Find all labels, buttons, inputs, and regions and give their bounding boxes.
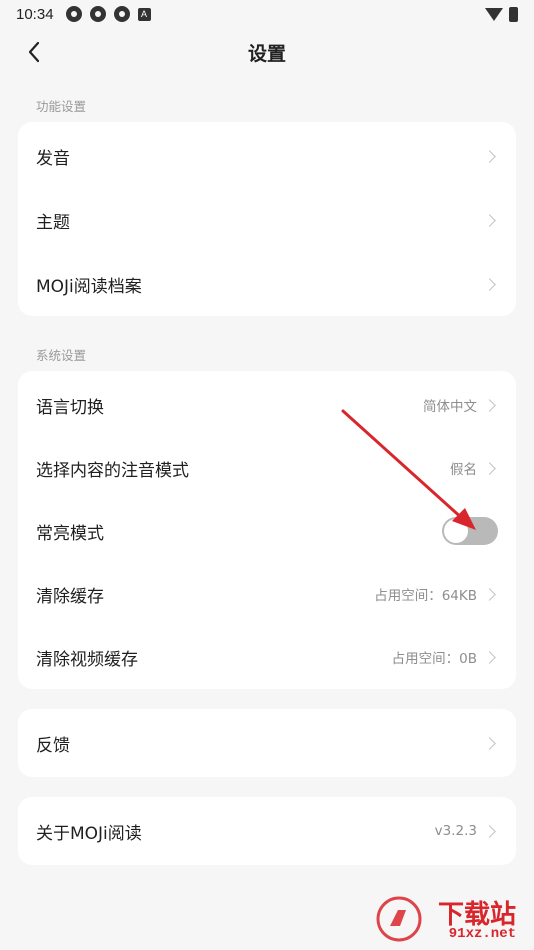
chevron-right-icon [483,149,496,163]
nav-bar: 设置 [0,28,534,76]
settings-row-clear-video-cache[interactable]: 清除视频缓存 占用空间：0B [18,625,516,689]
watermark-logo-icon [376,896,422,942]
chevron-right-icon [483,213,496,227]
watermark-domain: 91xz.net [448,926,516,942]
chevron-right-icon [483,650,496,664]
about-card: 关于MOJi阅读 v3.2.3 [18,797,516,865]
chevron-right-icon [483,587,496,601]
chevron-right-icon [483,736,496,750]
watermark: 下载站 91xz.net [376,894,526,944]
chevron-right-icon [483,398,496,412]
system-status-icons [485,6,518,22]
notification-icons: A [65,6,151,22]
battery-icon [509,6,518,22]
status-time: 10:34 [16,5,54,23]
row-label: 常亮模式 [36,523,104,544]
settings-row-clear-cache[interactable]: 清除缓存 占用空间：64KB [18,562,516,626]
settings-row-ruby-mode[interactable]: 选择内容的注音模式 假名 [18,436,516,500]
row-label: MOJi阅读档案 [36,276,142,297]
row-value: 简体中文 [423,399,477,415]
app-notification-icon: A [137,7,151,21]
function-settings-card: 发音 主题 MOJi阅读档案 [18,122,516,316]
chevron-right-icon [483,461,496,475]
row-label: 反馈 [36,735,70,756]
page-title: 设置 [247,42,286,65]
wifi-icon [485,7,503,21]
notification-icon [113,6,130,22]
status-bar: 10:34 A [0,0,534,28]
row-label: 关于MOJi阅读 [36,823,142,844]
keep-screen-on-toggle[interactable] [442,517,498,545]
row-value: 占用空间：64KB [374,588,477,604]
settings-row-pronunciation[interactable]: 发音 [18,124,516,188]
section-label-system: 系统设置 [36,348,87,363]
settings-row-reading-profile[interactable]: MOJi阅读档案 [18,252,516,316]
toggle-knob [444,519,468,543]
settings-row-theme[interactable]: 主题 [18,188,516,252]
chevron-right-icon [483,824,496,838]
row-label: 清除视频缓存 [36,649,138,670]
back-arrow-icon [28,41,40,63]
back-button[interactable] [20,38,48,66]
settings-row-feedback[interactable]: 反馈 [18,711,516,775]
feedback-card: 反馈 [18,709,516,777]
row-label: 发音 [36,148,70,169]
row-label: 主题 [36,212,70,233]
section-label-function: 功能设置 [36,99,87,114]
settings-row-about[interactable]: 关于MOJi阅读 v3.2.3 [18,799,516,863]
row-value: v3.2.3 [434,823,477,839]
row-label: 清除缓存 [36,586,104,607]
chevron-right-icon [483,277,496,291]
notification-icon [89,6,106,22]
row-value: 假名 [450,462,477,478]
system-settings-card: 语言切换 简体中文 选择内容的注音模式 假名 常亮模式 清除缓存 占用空间：64… [18,371,516,689]
row-value: 占用空间：0B [391,651,477,667]
settings-row-language[interactable]: 语言切换 简体中文 [18,373,516,437]
row-label: 选择内容的注音模式 [36,460,189,481]
settings-row-keep-screen-on: 常亮模式 [18,499,516,563]
row-label: 语言切换 [36,397,104,418]
notification-icon [65,6,82,22]
